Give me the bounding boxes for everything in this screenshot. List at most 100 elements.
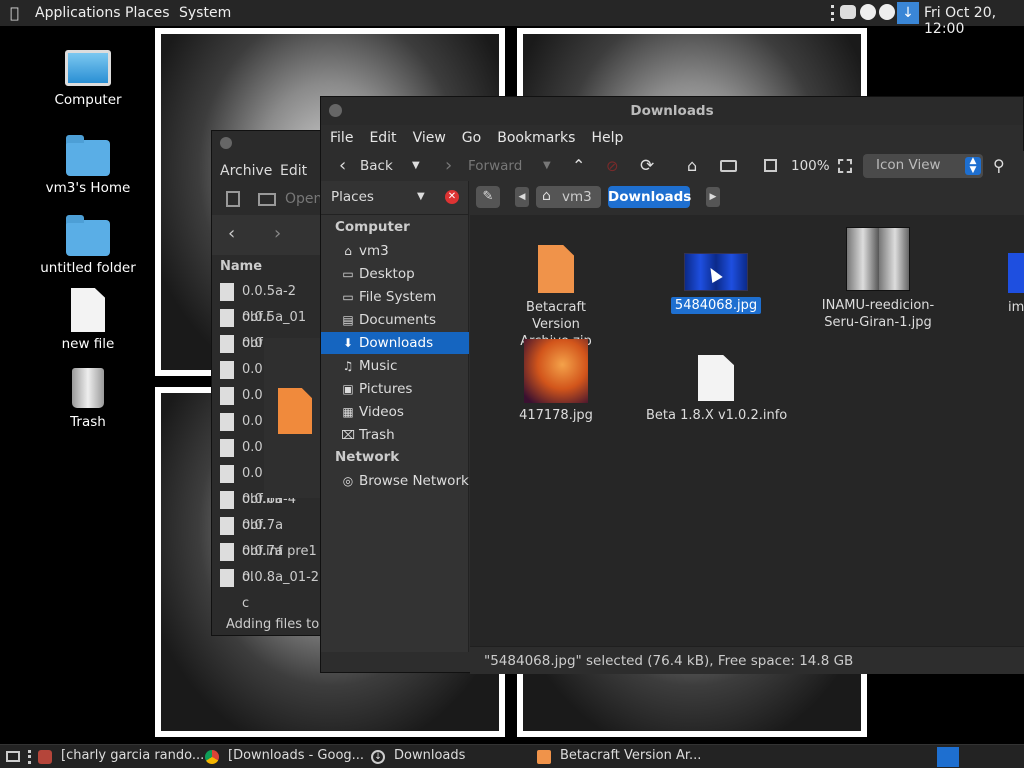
- bookmarks-menu[interactable]: Bookmarks: [489, 125, 583, 151]
- task-button[interactable]: [charly garcia rando...: [61, 748, 204, 763]
- task-button[interactable]: [Downloads - Goog...: [228, 748, 364, 763]
- reload-icon[interactable]: ⟳: [640, 151, 654, 181]
- file-item-image[interactable]: 417178.jpg: [486, 339, 626, 424]
- file-item-file[interactable]: Beta 1.8.X v1.0.2.info: [646, 355, 787, 424]
- back-arrow-icon[interactable]: ‹: [339, 151, 346, 181]
- file-item-zip[interactable]: Betacraft Version Archive.zip: [486, 245, 626, 350]
- sidebar-item-label: Pictures: [359, 381, 413, 397]
- workspace-switcher[interactable]: [937, 747, 959, 767]
- name-column-header[interactable]: Name: [220, 259, 262, 274]
- window-close-button[interactable]: [220, 137, 232, 149]
- archive-list-item[interactable]: 0.0.5a_01 obf: [216, 305, 320, 351]
- close-sidebar-icon[interactable]: ✕: [445, 190, 459, 204]
- task-button[interactable]: Betacraft Version Ar...: [560, 748, 701, 763]
- forward-history-dropdown-icon[interactable]: ▼: [543, 151, 551, 181]
- file-item-image-partial[interactable]: im: [978, 253, 1024, 316]
- desktop-icon-label: vm3's Home: [45, 180, 131, 196]
- breadcrumb-current[interactable]: Downloads: [608, 186, 692, 208]
- sidebar-section-header: Network: [335, 449, 400, 465]
- places-select[interactable]: Places: [331, 189, 374, 205]
- sidebar-item-browse-network[interactable]: ◎ Browse Network: [321, 470, 469, 492]
- folder-icon: [66, 215, 110, 256]
- archive-list-item[interactable]: 0.0.7a pre1 ol: [216, 539, 320, 585]
- zoom-level[interactable]: 100%: [791, 151, 830, 181]
- desktop-icon-trash[interactable]: Trash: [28, 368, 148, 430]
- archive-list-item[interactable]: 0.0.8a_01-2 c: [216, 565, 320, 611]
- back-history-dropdown-icon[interactable]: ▼: [412, 151, 420, 181]
- breadcrumb-left-icon[interactable]: ◀: [515, 187, 529, 207]
- image-thumbnail-icon: [524, 339, 588, 403]
- home-icon: ⌂: [344, 244, 352, 258]
- go-menu[interactable]: Go: [454, 125, 489, 151]
- task-button[interactable]: Downloads: [394, 748, 465, 763]
- sidebar-item-vm3[interactable]: ⌂ vm3: [321, 240, 469, 262]
- desktop-icon-new-file[interactable]: new file: [28, 288, 148, 352]
- show-desktop-icon[interactable]: [6, 751, 20, 762]
- zoom-reset-icon[interactable]: [764, 159, 777, 172]
- clock[interactable]: Fri Oct 20, 12:00: [924, 5, 1024, 37]
- breadcrumb-right-icon[interactable]: ▶: [706, 187, 720, 207]
- archive-icon: [537, 750, 551, 764]
- file-menu[interactable]: File: [322, 125, 361, 151]
- videos-icon: ▦: [342, 405, 354, 419]
- file-item-image[interactable]: INAMU-reedicion-Seru-Giran-1.jpg: [808, 227, 948, 331]
- stop-icon[interactable]: ⊘: [606, 151, 619, 181]
- edit-location-button[interactable]: ✎: [476, 186, 500, 208]
- open-folder-icon[interactable]: [258, 193, 276, 206]
- sidebar-item-music[interactable]: ♫ Music: [321, 355, 469, 377]
- back-arrow-icon[interactable]: ‹: [228, 223, 235, 244]
- edit-menu[interactable]: Edit: [280, 163, 307, 179]
- open-button[interactable]: Open: [285, 191, 322, 207]
- sidebar-item-downloads[interactable]: ⬇ Downloads: [321, 332, 469, 354]
- sidebar-item-label: vm3: [359, 243, 389, 259]
- checkmark-icon[interactable]: [860, 4, 876, 20]
- breadcrumb-current-label: Downloads: [608, 189, 692, 205]
- desktop-icon-computer[interactable]: Computer: [28, 50, 148, 108]
- forward-arrow-icon[interactable]: ›: [274, 223, 281, 244]
- sidebar-item-desktop[interactable]: ▭ Desktop: [321, 263, 469, 285]
- sidebar-item-label: Trash: [359, 427, 395, 443]
- trash-icon: [72, 368, 104, 408]
- sidebar-item-trash[interactable]: ⌧ Trash: [321, 424, 469, 446]
- sidebar-item-documents[interactable]: ▤ Documents: [321, 309, 469, 331]
- edit-menu[interactable]: Edit: [361, 125, 404, 151]
- places-menu[interactable]: Places: [125, 5, 170, 21]
- app-icon: [38, 750, 52, 764]
- archive-list-item[interactable]: 0.0.5a-2 obf.i: [216, 279, 320, 325]
- steam-icon[interactable]: [879, 4, 895, 20]
- applications-menu[interactable]: Applications: [35, 5, 121, 21]
- breadcrumb-home[interactable]: ⌂ vm3: [536, 186, 601, 208]
- sidebar-item-pictures[interactable]: ▣ Pictures: [321, 378, 469, 400]
- window-titlebar[interactable]: Downloads: [321, 97, 1023, 125]
- home-folder-icon: [66, 135, 110, 176]
- back-button[interactable]: Back: [360, 151, 393, 181]
- sidebar-item-videos[interactable]: ▦ Videos: [321, 401, 469, 423]
- archive-menu[interactable]: Archive: [220, 163, 272, 179]
- download-tray-icon[interactable]: ↓: [897, 2, 919, 24]
- forward-arrow-icon[interactable]: ›: [445, 151, 452, 181]
- system-menu[interactable]: System: [179, 5, 231, 21]
- home-icon[interactable]: ⌂: [687, 151, 697, 181]
- sidebar-item-file-system[interactable]: ▭ File System: [321, 286, 469, 308]
- search-icon[interactable]: ⚲: [993, 151, 1005, 181]
- sidebar-item-label: Music: [359, 358, 398, 374]
- forward-button[interactable]: Forward: [468, 151, 522, 181]
- up-arrow-icon[interactable]: ⌃: [572, 151, 585, 181]
- view-mode-select[interactable]: Icon View ▲ ▼: [863, 154, 983, 178]
- view-menu[interactable]: View: [405, 125, 454, 151]
- file-item-selected-image[interactable]: 5484068.jpg: [646, 253, 786, 314]
- desktop-icon-untitled-folder[interactable]: untitled folder: [28, 215, 148, 276]
- discord-icon[interactable]: [840, 5, 856, 19]
- apple-menu-icon[interactable]: : [10, 4, 19, 22]
- chevron-down-icon[interactable]: ▼: [417, 191, 425, 202]
- archive-list-item[interactable]: 0.0.7a obf.inf: [216, 513, 320, 559]
- computer-icon: [65, 50, 111, 86]
- computer-icon[interactable]: [720, 160, 737, 172]
- new-archive-icon[interactable]: [226, 191, 240, 207]
- help-menu[interactable]: Help: [583, 125, 631, 151]
- zoom-fit-icon[interactable]: [838, 159, 852, 173]
- image-thumbnail-icon: [1008, 253, 1024, 293]
- desktop-icon-home[interactable]: vm3's Home: [28, 135, 148, 196]
- documents-icon: ▤: [342, 313, 354, 327]
- window-close-button[interactable]: [329, 104, 342, 117]
